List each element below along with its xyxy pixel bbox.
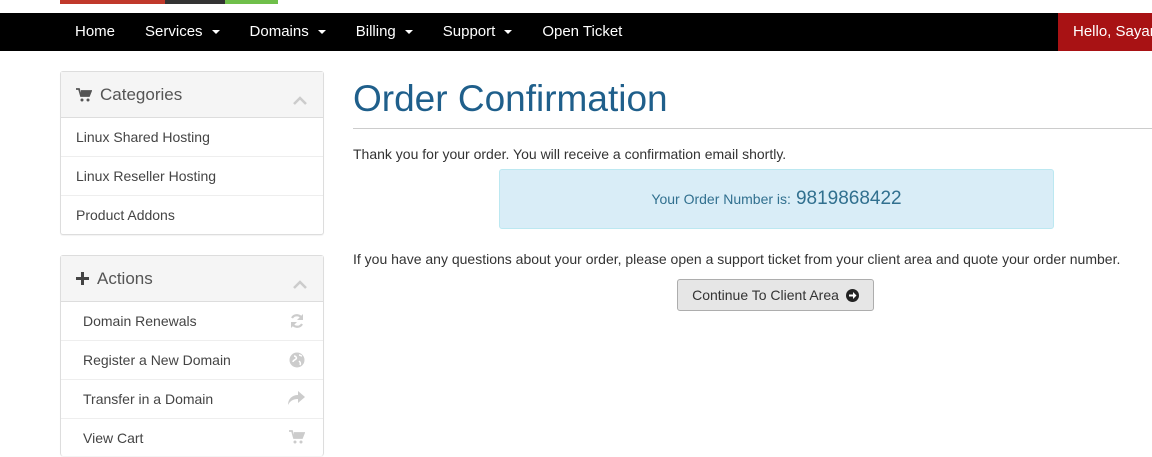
actions-heading[interactable]: Actions: [61, 256, 323, 302]
main-content: Order Confirmation Thank you for your or…: [353, 70, 1152, 311]
order-number-alert: Your Order Number is: 9819868422: [499, 169, 1054, 229]
thank-you-text: Thank you for your order. You will recei…: [353, 146, 787, 162]
categories-title: Categories: [100, 84, 183, 104]
order-number-label: Your Order Number is:: [651, 191, 791, 207]
caret-down-icon: [504, 30, 513, 34]
nav-services[interactable]: Services: [130, 13, 235, 51]
page-title: Order Confirmation: [353, 78, 668, 119]
continue-to-client-area-button[interactable]: Continue To Client Area: [677, 279, 874, 311]
categories-heading[interactable]: Categories: [61, 72, 323, 118]
nav-home[interactable]: Home: [60, 13, 130, 51]
title-divider: [353, 128, 1152, 129]
actions-title: Actions: [97, 268, 153, 288]
category-item-linux-reseller-hosting[interactable]: Linux Reseller Hosting: [61, 157, 323, 196]
logo-strip: [60, 0, 278, 4]
caret-down-icon: [317, 30, 326, 34]
plus-icon: [76, 272, 89, 285]
arrow-circle-right-icon: [845, 288, 859, 302]
shopping-cart-icon: [289, 430, 305, 444]
category-item-linux-shared-hosting[interactable]: Linux Shared Hosting: [61, 118, 323, 157]
top-navbar: Home Services Domains Billing Support Op…: [0, 13, 1152, 51]
caret-down-icon: [404, 30, 413, 34]
refresh-icon: [289, 313, 305, 329]
category-item-product-addons[interactable]: Product Addons: [61, 196, 323, 234]
actions-panel: Actions Domain Renewals Register a New D…: [60, 255, 324, 456]
nav-open-ticket[interactable]: Open Ticket: [527, 13, 637, 51]
categories-panel: Categories Linux Shared Hosting Linux Re…: [60, 71, 324, 235]
shopping-cart-icon: [76, 87, 92, 102]
action-item-register-domain[interactable]: Register a New Domain: [61, 341, 323, 380]
order-number: 9819868422: [795, 188, 902, 209]
chevron-up-icon[interactable]: [293, 90, 307, 110]
chevron-up-icon[interactable]: [293, 274, 307, 294]
action-item-domain-renewals[interactable]: Domain Renewals: [61, 302, 323, 341]
nav-support[interactable]: Support: [428, 13, 528, 51]
nav-domains[interactable]: Domains: [235, 13, 341, 51]
globe-icon: [289, 352, 305, 368]
action-item-view-cart[interactable]: View Cart: [61, 419, 323, 457]
questions-text: If you have any questions about your ord…: [353, 251, 1121, 267]
caret-down-icon: [211, 30, 220, 34]
nav-billing[interactable]: Billing: [341, 13, 428, 51]
action-item-transfer-domain[interactable]: Transfer in a Domain: [61, 380, 323, 419]
share-arrow-icon: [287, 391, 305, 406]
account-menu[interactable]: Hello, Sayan: [1058, 13, 1152, 51]
